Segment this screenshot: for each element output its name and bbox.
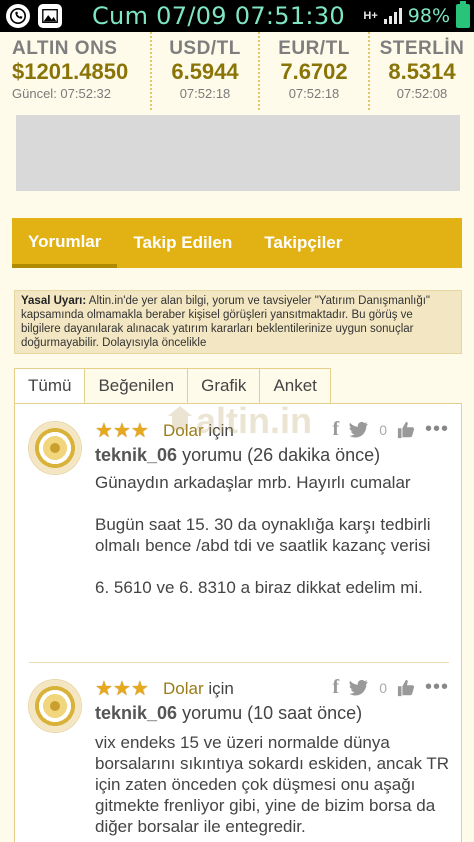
twitter-share-icon[interactable]: [349, 421, 369, 438]
tab-takipciler[interactable]: Takipçiler: [248, 218, 358, 268]
tab-begenilen[interactable]: Beğenilen: [84, 368, 189, 404]
tab-grafik[interactable]: Grafik: [187, 368, 261, 404]
watermark-text: altin.in: [196, 400, 312, 441]
rating-stars: ★ ★ ★: [95, 420, 149, 442]
battery-icon: [456, 1, 470, 28]
star-icon: ★: [112, 420, 131, 442]
comment-filter-tabs: Tümü Beğenilen Grafik Anket: [14, 368, 331, 404]
comment-list: ★ ★ ★ Dolar için f 0 ••• teknik_06 yorumu …: [14, 404, 462, 842]
ticker-updated: 07:52:18: [288, 86, 340, 101]
ticker-value: $1201.4850: [12, 59, 129, 84]
comment-body: Günaydın arkadaşlar mrb. Hayırlı cumalar…: [95, 472, 451, 619]
ticker-usd-tl[interactable]: USD/TL 6.5944 07:52:18: [152, 32, 260, 110]
comment-actions: f 0 •••: [333, 676, 449, 699]
tab-tumu[interactable]: Tümü: [14, 368, 86, 404]
comment-author[interactable]: teknik_06: [95, 445, 177, 465]
comment-paragraph: 6. 5610 ve 6. 8310 a biraz dikkat edelim…: [95, 578, 423, 597]
price-ticker: ALTIN ONS $1201.4850 Güncel: 07:52:32 US…: [0, 32, 474, 110]
network-type: H+: [363, 10, 378, 22]
ticker-name: ALTIN ONS: [12, 38, 118, 59]
more-options-icon[interactable]: •••: [425, 418, 449, 441]
comment-meta: yorumu (26 dakika önce): [182, 445, 381, 465]
facebook-share-icon[interactable]: f: [333, 676, 340, 699]
signal-icon: [383, 8, 402, 24]
ticker-name: STERLİN: [379, 38, 465, 59]
legal-warning-title: Yasal Uyarı:: [21, 295, 87, 307]
tab-takip-edilen[interactable]: Takip Edilen: [117, 218, 248, 268]
ticker-value: 6.5944: [171, 59, 239, 84]
rating-stars: ★ ★ ★: [95, 678, 149, 700]
comment-meta: yorumu (10 saat önce): [182, 703, 363, 723]
status-bar: Cum 07/09 07:51:30 H+ 98%: [0, 0, 474, 32]
tab-yorumlar[interactable]: Yorumlar: [12, 218, 118, 268]
star-icon: ★: [95, 678, 113, 700]
star-icon: ★: [130, 420, 149, 442]
category-link[interactable]: Dolar: [163, 679, 204, 698]
comment-body: vix endeks 15 ve üzeri normalde dünya bo…: [95, 732, 451, 842]
star-icon: ★: [95, 420, 113, 442]
comment-paragraph: Günaydın arkadaşlar mrb. Hayırlı cumalar: [95, 473, 411, 492]
ticker-updated: 07:52:18: [179, 86, 231, 101]
comment-paragraph: vix endeks 15 ve üzeri normalde dünya bo…: [95, 733, 450, 836]
comment-actions: f 0 •••: [333, 418, 449, 441]
tab-anket[interactable]: Anket: [259, 368, 331, 404]
star-icon: ★: [130, 678, 149, 700]
comment-category: Dolar için: [163, 679, 234, 699]
star-icon: ★: [112, 678, 131, 700]
avatar[interactable]: [29, 680, 81, 732]
twitter-share-icon[interactable]: [349, 679, 369, 696]
more-options-icon[interactable]: •••: [425, 676, 449, 699]
altin-logo-icon: [168, 406, 192, 430]
category-suffix: için: [208, 679, 234, 698]
ticker-updated: Güncel: 07:52:32: [12, 86, 112, 101]
ticker-updated: 07:52:08: [396, 86, 448, 101]
ticker-value: 8.5314: [388, 59, 456, 84]
ticker-eur-tl[interactable]: EUR/TL 7.6702 07:52:18: [260, 32, 370, 110]
ad-placeholder: [16, 115, 460, 191]
whatsapp-icon: [6, 4, 30, 28]
avatar[interactable]: [29, 422, 81, 474]
profile-tabs: Yorumlar Takip Edilen Takipçiler: [12, 218, 462, 268]
like-count: 0: [379, 679, 387, 696]
status-time: Cum 07/09 07:51:30: [92, 2, 345, 30]
ticker-name: USD/TL: [169, 38, 241, 59]
gallery-icon: [38, 4, 62, 28]
comment-divider: [29, 662, 449, 663]
comment-author[interactable]: teknik_06: [95, 703, 177, 723]
altin-watermark: altin.in: [166, 400, 346, 441]
ticker-sterlin[interactable]: STERLİN 8.5314 07:52:08: [370, 32, 474, 110]
comment-paragraph: Bugün saat 15. 30 da oynaklığa karşı ted…: [95, 515, 431, 555]
ticker-gold-ons[interactable]: ALTIN ONS $1201.4850 Güncel: 07:52:32: [0, 32, 152, 110]
like-count: 0: [379, 421, 387, 438]
thumbs-up-icon[interactable]: [397, 679, 415, 697]
ticker-name: EUR/TL: [278, 38, 350, 59]
ticker-value: 7.6702: [280, 59, 348, 84]
battery-percent: 98%: [407, 5, 450, 27]
comment-author-line: teknik_06 yorumu (10 saat önce): [95, 703, 362, 724]
legal-warning: Yasal Uyarı: Altin.in'de yer alan bilgi,…: [14, 290, 462, 354]
thumbs-up-icon[interactable]: [397, 421, 415, 439]
comment-author-line: teknik_06 yorumu (26 dakika önce): [95, 445, 380, 466]
